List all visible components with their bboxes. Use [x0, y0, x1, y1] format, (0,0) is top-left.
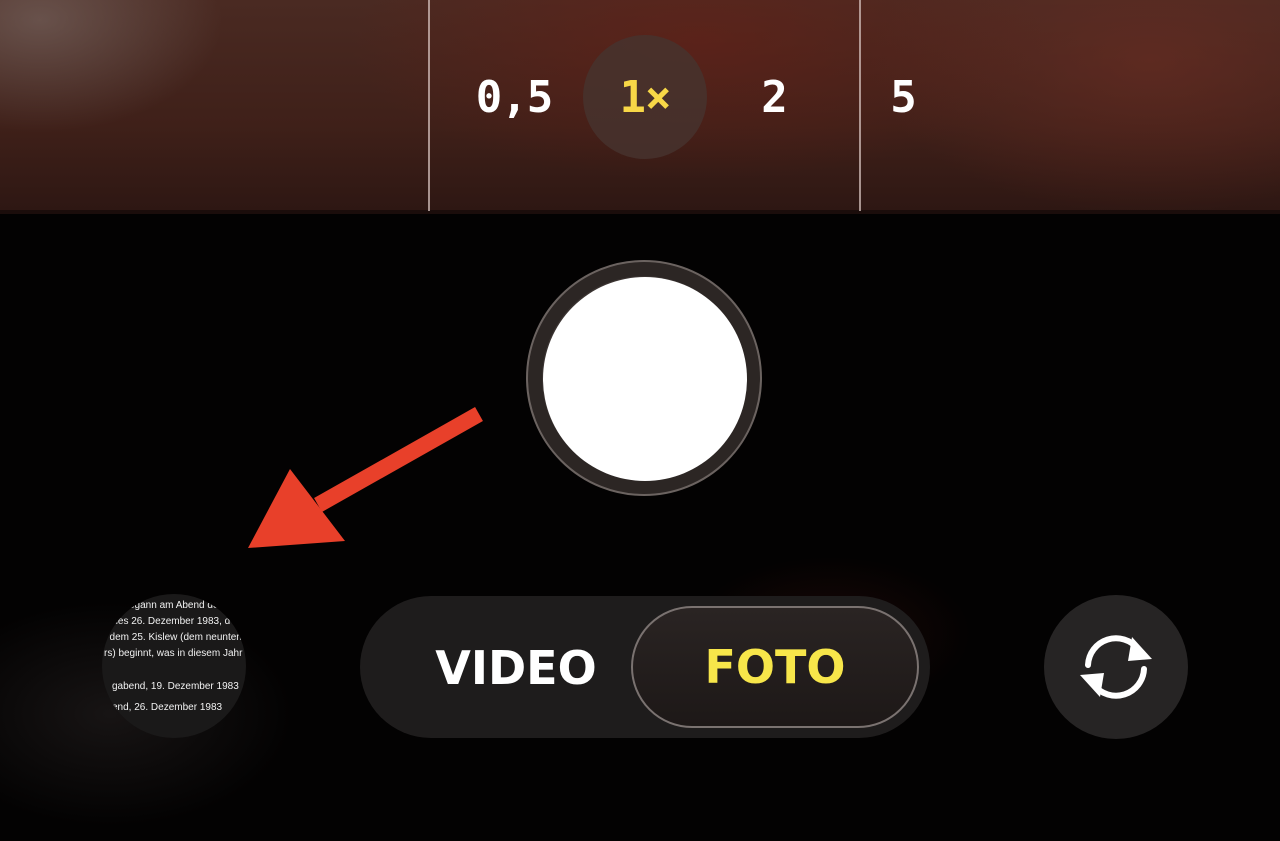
- grid-line-left: [428, 0, 430, 211]
- zoom-option-2[interactable]: 2: [712, 35, 836, 159]
- zoom-option-5[interactable]: 5: [841, 35, 965, 159]
- mode-video-button[interactable]: VIDEO: [404, 612, 628, 724]
- thumbnail-text-line: rs) beginnt, was in diesem Jahr au: [104, 648, 246, 659]
- thumbnail-text-line: gabend, 19. Dezember 1983: [112, 681, 239, 692]
- thumbnail-text-line: egann am Abend des: [129, 600, 224, 611]
- thumbnail-text-line: t dem 25. Kislew (dem neunten: [104, 632, 242, 643]
- mode-foto-button[interactable]: FOTO: [631, 606, 919, 728]
- camera-screen: 0,5 1× 2 5 egann am Abend des d des 26. …: [0, 0, 1280, 841]
- last-photo-thumbnail[interactable]: egann am Abend des d des 26. Dezember 19…: [102, 594, 246, 738]
- thumbnail-text-line: d des 26. Dezember 1983, d: [104, 616, 231, 627]
- camera-flip-icon: [1080, 635, 1152, 699]
- zoom-option-0-5[interactable]: 0,5: [452, 35, 576, 159]
- zoom-option-1x[interactable]: 1×: [583, 35, 707, 159]
- thumbnail-text-line: end, 26. Dezember 1983: [112, 702, 223, 713]
- shutter-button[interactable]: [543, 277, 747, 481]
- camera-flip-button[interactable]: [1044, 595, 1188, 739]
